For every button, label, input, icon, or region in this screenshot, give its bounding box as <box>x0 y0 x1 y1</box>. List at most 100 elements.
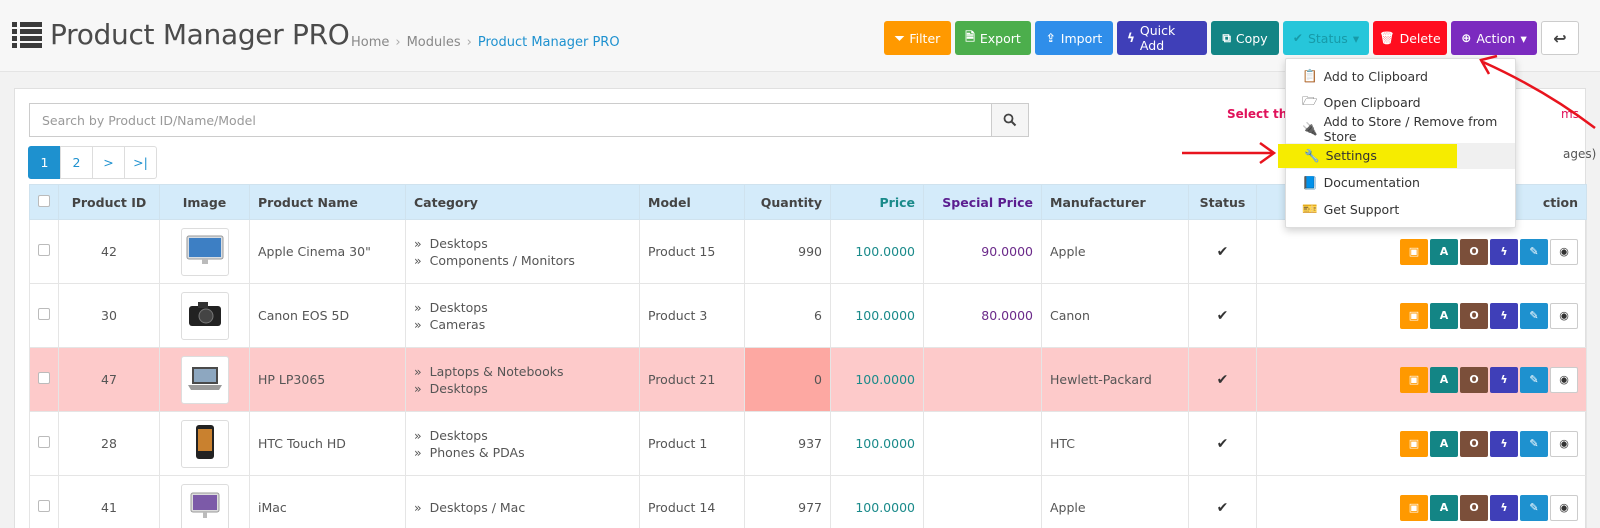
filter-button[interactable]: ⏷ Filter <box>884 21 951 55</box>
model-cell[interactable]: Product 3 <box>639 283 745 348</box>
product-thumbnail[interactable] <box>180 419 229 468</box>
search-input[interactable]: Search by Product ID/Name/Model <box>29 103 991 137</box>
model-cell[interactable]: Product 21 <box>639 347 745 412</box>
image-gallery-button[interactable]: ▣ <box>1400 430 1428 457</box>
model-cell[interactable]: Product 15 <box>639 219 745 284</box>
image-gallery-button[interactable]: ▣ <box>1400 238 1428 265</box>
product-thumbnail[interactable] <box>180 355 229 404</box>
quantity-cell[interactable]: 6 <box>744 283 831 348</box>
quick-edit-button[interactable]: ϟ <box>1490 494 1518 521</box>
option-button[interactable]: O <box>1460 302 1488 329</box>
view-button[interactable]: ◉ <box>1550 366 1578 393</box>
row-checkbox[interactable] <box>38 436 50 448</box>
special-price-cell[interactable]: 80.0000 <box>923 283 1042 348</box>
manufacturer-cell[interactable]: Hewlett-Packard <box>1041 347 1189 412</box>
attribute-button[interactable]: A <box>1430 238 1458 265</box>
search-button[interactable] <box>991 103 1029 137</box>
col-model[interactable]: Model <box>639 184 745 220</box>
manufacturer-cell[interactable]: Canon <box>1041 283 1189 348</box>
breadcrumb-current[interactable]: Product Manager PRO <box>478 35 620 50</box>
special-price-cell[interactable] <box>923 475 1042 528</box>
col-product-name[interactable]: Product Name <box>249 184 406 220</box>
product-name-cell[interactable]: HP LP3065 <box>249 347 406 412</box>
page-next[interactable]: > <box>92 146 125 179</box>
col-price[interactable]: Price <box>830 184 924 220</box>
view-button[interactable]: ◉ <box>1550 494 1578 521</box>
menu-item-documentation[interactable]: 📘 Documentation <box>1286 169 1515 196</box>
special-price-cell[interactable] <box>923 411 1042 476</box>
check-icon[interactable]: ✔ <box>1217 436 1229 452</box>
special-price-cell[interactable] <box>923 347 1042 412</box>
quick-edit-button[interactable]: ϟ <box>1490 366 1518 393</box>
product-name-cell[interactable]: iMac <box>249 475 406 528</box>
attribute-button[interactable]: A <box>1430 366 1458 393</box>
row-checkbox[interactable] <box>38 372 50 384</box>
price-cell[interactable]: 100.0000 <box>830 283 924 348</box>
col-quantity[interactable]: Quantity <box>744 184 831 220</box>
import-button[interactable]: ⇪ Import <box>1035 21 1113 55</box>
menu-item-add-to-clipboard[interactable]: 📋 Add to Clipboard <box>1286 63 1515 90</box>
product-name-cell[interactable]: Apple Cinema 30" <box>249 219 406 284</box>
menu-item-open-clipboard[interactable]: 🗁 Open Clipboard <box>1286 90 1515 117</box>
edit-button[interactable]: ✎ <box>1520 238 1548 265</box>
category-item[interactable]: Desktops <box>430 300 488 315</box>
price-cell[interactable]: 100.0000 <box>830 411 924 476</box>
attribute-button[interactable]: A <box>1430 430 1458 457</box>
col-manufacturer[interactable]: Manufacturer <box>1041 184 1189 220</box>
attribute-button[interactable]: A <box>1430 494 1458 521</box>
product-name-cell[interactable]: HTC Touch HD <box>249 411 406 476</box>
breadcrumb-home[interactable]: Home <box>351 35 389 50</box>
quantity-cell[interactable]: 0 <box>744 347 831 412</box>
quick-add-button[interactable]: ϟ Quick Add <box>1117 21 1207 55</box>
option-button[interactable]: O <box>1460 494 1488 521</box>
image-gallery-button[interactable]: ▣ <box>1400 494 1428 521</box>
quantity-cell[interactable]: 937 <box>744 411 831 476</box>
price-cell[interactable]: 100.0000 <box>830 475 924 528</box>
copy-button[interactable]: ⧉ Copy <box>1211 21 1279 55</box>
row-checkbox[interactable] <box>38 308 50 320</box>
check-icon[interactable]: ✔ <box>1217 500 1229 516</box>
edit-button[interactable]: ✎ <box>1520 430 1548 457</box>
page-1[interactable]: 1 <box>28 146 61 179</box>
select-all-checkbox[interactable] <box>38 194 50 207</box>
view-button[interactable]: ◉ <box>1550 238 1578 265</box>
product-name-cell[interactable]: Canon EOS 5D <box>249 283 406 348</box>
delete-button[interactable]: 🗑 Delete <box>1373 21 1447 55</box>
breadcrumb-modules[interactable]: Modules <box>407 35 461 50</box>
page-last[interactable]: >| <box>124 146 157 179</box>
category-item[interactable]: Laptops & Notebooks <box>430 364 564 379</box>
edit-button[interactable]: ✎ <box>1520 494 1548 521</box>
manufacturer-cell[interactable]: Apple <box>1041 475 1189 528</box>
product-thumbnail[interactable] <box>180 291 229 340</box>
product-thumbnail[interactable] <box>180 227 229 276</box>
quantity-cell[interactable]: 977 <box>744 475 831 528</box>
price-cell[interactable]: 100.0000 <box>830 219 924 284</box>
status-button[interactable]: ✔ Status ▾ <box>1283 21 1369 55</box>
check-icon[interactable]: ✔ <box>1217 244 1229 260</box>
col-category[interactable]: Category <box>405 184 640 220</box>
category-item[interactable]: Phones & PDAs <box>430 445 525 460</box>
image-gallery-button[interactable]: ▣ <box>1400 366 1428 393</box>
col-special-price[interactable]: Special Price <box>923 184 1042 220</box>
check-icon[interactable]: ✔ <box>1217 308 1229 324</box>
quantity-cell[interactable]: 990 <box>744 219 831 284</box>
quick-edit-button[interactable]: ϟ <box>1490 302 1518 329</box>
manufacturer-cell[interactable]: Apple <box>1041 219 1189 284</box>
quick-edit-button[interactable]: ϟ <box>1490 430 1518 457</box>
image-gallery-button[interactable]: ▣ <box>1400 302 1428 329</box>
quick-edit-button[interactable]: ϟ <box>1490 238 1518 265</box>
row-checkbox[interactable] <box>38 500 50 512</box>
menu-item-add-remove-store[interactable]: 🔌 Add to Store / Remove from Store <box>1286 114 1515 144</box>
export-button[interactable]: 🗎 Export <box>955 21 1031 55</box>
manufacturer-cell[interactable]: HTC <box>1041 411 1189 476</box>
option-button[interactable]: O <box>1460 238 1488 265</box>
option-button[interactable]: O <box>1460 366 1488 393</box>
view-button[interactable]: ◉ <box>1550 302 1578 329</box>
attribute-button[interactable]: A <box>1430 302 1458 329</box>
back-button[interactable]: ↩ <box>1541 21 1579 55</box>
special-price-cell[interactable]: 90.0000 <box>923 219 1042 284</box>
product-thumbnail[interactable] <box>180 483 229 528</box>
row-checkbox[interactable] <box>38 244 50 256</box>
category-item[interactable]: Desktops <box>430 428 488 443</box>
category-item[interactable]: Desktops <box>430 381 488 396</box>
